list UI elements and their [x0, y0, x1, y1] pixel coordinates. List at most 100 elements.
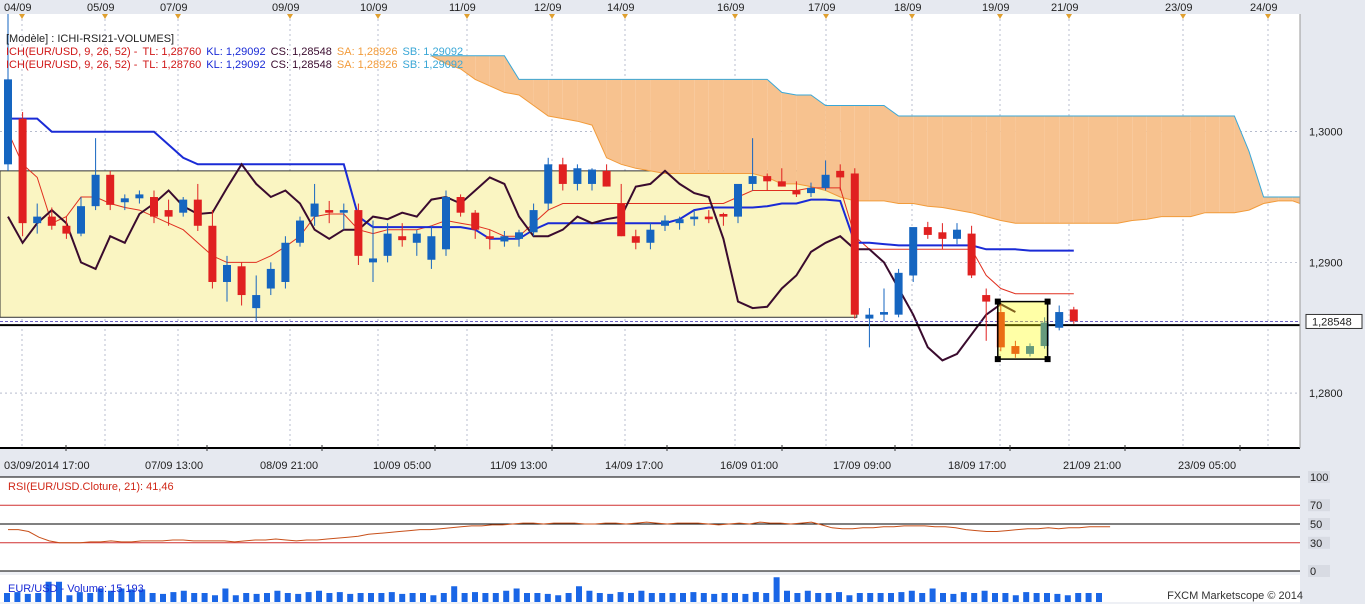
volume-bar — [607, 593, 614, 602]
kumo-cloud-segment — [723, 79, 738, 174]
bullish-candle — [339, 210, 348, 213]
volume-bar — [513, 588, 520, 602]
volume-bar — [180, 590, 187, 602]
selection-rectangle — [997, 300, 1049, 360]
volume-bar — [794, 593, 801, 602]
volume-bar — [950, 593, 957, 602]
volume-bar — [316, 590, 322, 602]
bottom-date-label: 21/09 21:00 — [1063, 460, 1121, 472]
volume-bar — [888, 593, 894, 602]
chart-window: 1,3000 1,2900 1,2800 1,28548 04/09 05/09 07/09… — [0, 0, 1365, 604]
volume-bar — [628, 593, 634, 602]
chikou-value: CS: 1,28548 — [270, 46, 332, 58]
top-date-label: 05/09 — [87, 2, 115, 14]
bullish-candle — [4, 79, 12, 165]
kumo-cloud-segment — [1278, 197, 1293, 201]
bullish-candle — [223, 264, 231, 282]
bullish-candle — [281, 242, 290, 282]
volume-bar — [347, 593, 354, 602]
kumo-cloud-segment — [796, 95, 811, 187]
bullish-candle — [894, 272, 903, 315]
top-date-label: 14/09 — [607, 2, 635, 14]
rsi-caption: RSI(EUR/USD.Cloture, 21): 41,46 — [8, 481, 174, 493]
volume-bar — [586, 590, 593, 602]
volume-bar — [388, 592, 395, 602]
volume-bar — [1012, 595, 1019, 602]
bearish-candle — [923, 227, 932, 235]
bullish-candle — [252, 295, 261, 309]
price-axis-label: 1,2900 — [1309, 257, 1343, 269]
volume-bar — [264, 593, 270, 602]
rsi-level-label: 30 — [1310, 538, 1322, 550]
bottom-date-label: 14/09 17:00 — [605, 460, 663, 472]
bearish-candle — [982, 295, 991, 302]
kumo-cloud-segment — [1117, 115, 1133, 224]
bearish-candle — [193, 199, 202, 226]
kumo-cloud-segment — [1146, 115, 1162, 220]
bullish-candle — [296, 220, 304, 243]
kumo-cloud-segment — [1190, 115, 1206, 217]
top-date-label: 12/09 — [534, 2, 562, 14]
bearish-candle — [617, 203, 626, 237]
top-date-label: 11/09 — [449, 2, 476, 14]
kumo-cloud-segment — [665, 79, 680, 174]
kumo-cloud-segment — [1219, 115, 1235, 213]
selection-handle — [994, 356, 1001, 363]
bullish-candle — [690, 216, 699, 220]
volume-bar — [763, 593, 770, 602]
volume-bar — [274, 590, 281, 602]
tenkan-value: TL: 1,28760 — [142, 46, 202, 58]
bearish-candle — [850, 173, 859, 315]
kumo-cloud-segment — [957, 115, 972, 213]
top-date-label: 09/09 — [272, 2, 300, 14]
volume-bar — [659, 593, 666, 602]
volume-bar — [680, 593, 686, 602]
kumo-cloud-segment — [708, 79, 724, 174]
kumo-cloud-segment — [986, 115, 1001, 221]
bottom-date-strip — [0, 448, 1365, 477]
volume-bar — [420, 593, 426, 602]
volume-bar — [784, 590, 790, 602]
bullish-candle — [91, 174, 100, 207]
bottom-date-label: 23/09 05:00 — [1178, 460, 1236, 472]
kumo-cloud-segment — [1030, 115, 1045, 224]
top-date-label: 24/09 — [1250, 2, 1278, 14]
kumo-cloud-segment — [621, 79, 636, 169]
chart-canvas[interactable]: 1,3000 1,2900 1,2800 1,28548 04/09 05/09 07/09… — [0, 0, 1365, 604]
volume-bar — [524, 593, 530, 602]
ichimoku-name: ICH(EUR/USD, 9, 26, 52) - — [6, 46, 141, 58]
kumo-cloud-segment — [913, 115, 928, 207]
senkou-a-value: SA: 1,28926 — [336, 46, 398, 58]
bullish-candle — [880, 312, 888, 315]
bearish-candle — [325, 210, 334, 213]
top-date-label: 17/09 — [808, 2, 836, 14]
bullish-candle — [442, 197, 450, 250]
bullish-candle — [734, 183, 742, 217]
volume-bar — [669, 593, 676, 602]
ichimoku-legend-2: ICH(EUR/USD, 9, 26, 52) - TL: 1,28760 KL… — [6, 59, 465, 71]
rsi-level-label: 0 — [1310, 566, 1316, 578]
current-price-label: 1,28548 — [1312, 316, 1352, 328]
volume-bar — [253, 593, 260, 602]
volume-bar — [971, 593, 978, 602]
rsi-level-label: 50 — [1310, 519, 1322, 531]
kumo-cloud-segment — [1176, 115, 1191, 217]
volume-bar — [1023, 592, 1030, 602]
bottom-date-label: 07/09 13:00 — [145, 460, 203, 472]
bearish-candle — [967, 233, 976, 276]
volume-bar — [440, 593, 447, 602]
volume-bar — [544, 593, 551, 602]
bullish-candle — [675, 219, 684, 224]
volume-bar — [461, 593, 468, 602]
bearish-candle — [719, 214, 728, 217]
bullish-candle — [953, 229, 961, 239]
volume-bar — [804, 590, 811, 602]
volume-bar — [1064, 595, 1071, 602]
volume-bar — [825, 593, 832, 602]
bullish-candle — [588, 169, 596, 184]
volume-bar — [576, 586, 582, 602]
volume-bar — [1075, 593, 1082, 602]
volume-bar — [721, 593, 728, 602]
kumo-cloud-segment — [1103, 115, 1118, 224]
volume-bar — [898, 592, 905, 602]
